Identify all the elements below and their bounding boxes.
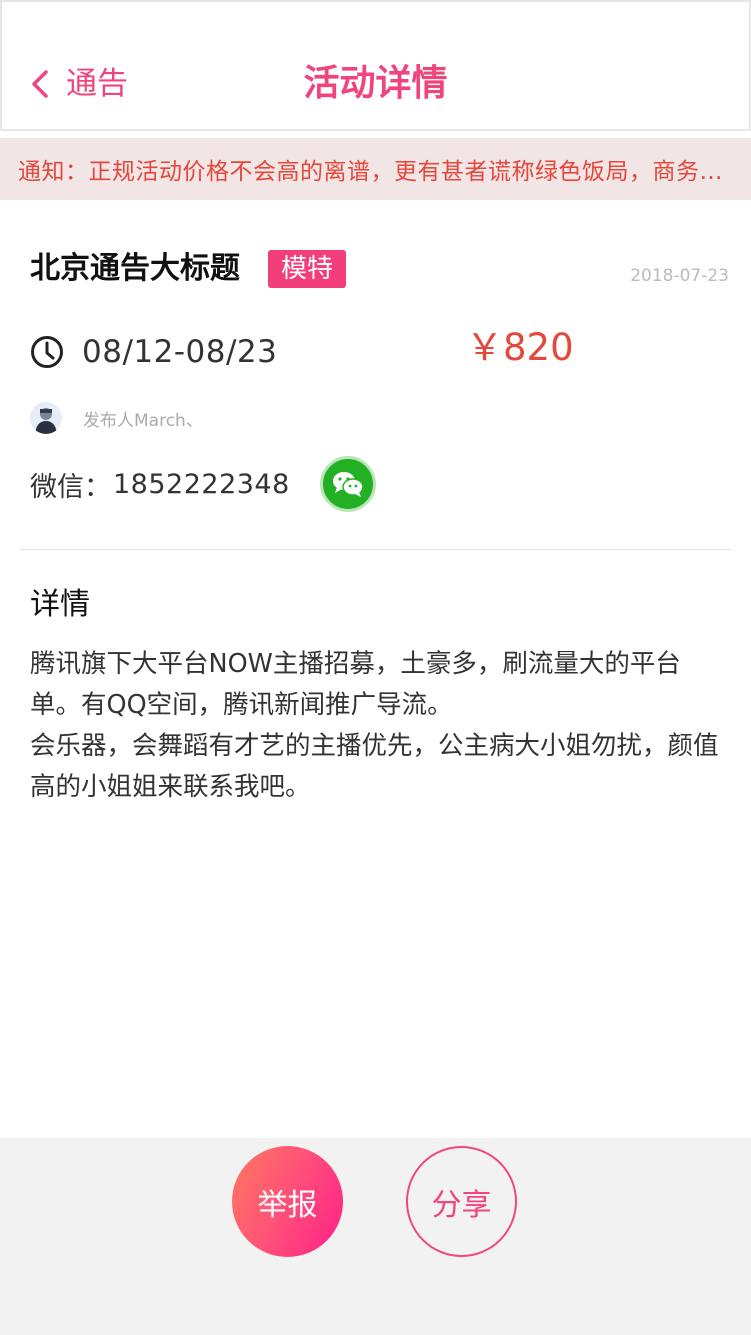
time-row: 08/12-08/23 (30, 332, 277, 372)
details-heading: 详情 (30, 587, 90, 622)
top-bar: 通告 活动详情 (0, 0, 751, 131)
publisher-name: 发布人March、 (83, 410, 203, 431)
divider (20, 549, 731, 550)
notice-bar[interactable]: 通知：正规活动价格不会高的离谱，更有甚者谎称绿色饭局，商务… (0, 138, 751, 200)
wechat-row: 微信： 1852222348 (30, 456, 376, 512)
notice-text: 通知：正规活动价格不会高的离谱，更有甚者谎称绿色饭局，商务… (18, 159, 723, 185)
wechat-button[interactable] (319, 456, 376, 512)
share-button[interactable]: 分享 (406, 1146, 517, 1257)
wechat-label: 微信： (30, 471, 111, 503)
report-button[interactable]: 举报 (232, 1146, 343, 1257)
details-body: 腾讯旗下大平台NOW主播招募，土豪多，刷流量大的平台单。有QQ空间，腾讯新闻推广… (30, 644, 720, 808)
clock-icon (31, 336, 63, 368)
publisher-row[interactable]: 发布人March、 (30, 402, 203, 434)
avatar-image (30, 402, 62, 434)
post-title: 北京通告大标题 (30, 251, 240, 286)
bottom-action-bar: 举报 分享 (0, 1138, 751, 1335)
details-paragraph: 会乐器，会舞蹈有才艺的主播优先，公主病大小姐勿扰，颜值高的小姐姐来联系我吧。 (30, 731, 719, 802)
wechat-id: 1852222348 (113, 468, 290, 500)
post-title-row: 北京通告大标题 模特 (30, 248, 347, 290)
page-title: 活动详情 (303, 63, 448, 104)
category-tag: 模特 (268, 250, 347, 288)
wechat-icon (332, 472, 364, 497)
price: ￥820 (466, 326, 574, 369)
avatar[interactable] (30, 402, 62, 434)
post-date: 2018-07-23 (630, 266, 729, 286)
date-range: 08/12-08/23 (82, 334, 278, 370)
details-paragraph: 腾讯旗下大平台NOW主播招募，土豪多，刷流量大的平台单。有QQ空间，腾讯新闻推广… (30, 649, 681, 720)
